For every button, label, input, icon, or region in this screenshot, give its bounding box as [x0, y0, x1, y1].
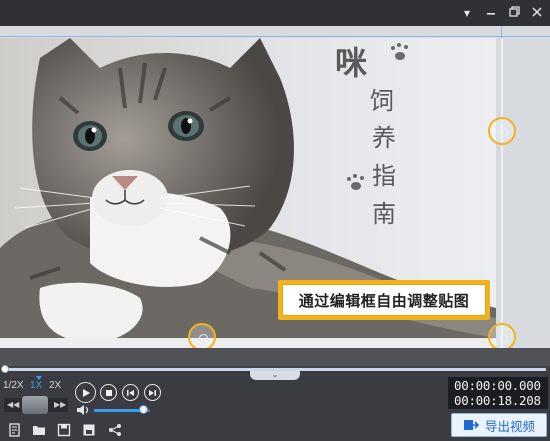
current-time: 00:00:00.000: [454, 378, 541, 393]
resize-handle-right[interactable]: [488, 117, 516, 145]
time-display: 00:00:00.000 00:00:18.208: [448, 377, 548, 409]
vertical-title-sticker[interactable]: 咪 饲 养 指 南: [330, 34, 420, 234]
progress-knob[interactable]: [1, 365, 9, 373]
chevron-down-icon: ⌄: [271, 370, 279, 379]
restore-icon[interactable]: [504, 3, 524, 23]
open-folder-icon[interactable]: [32, 423, 46, 437]
horizontal-guide-line: [0, 36, 550, 37]
title-char-3: 养: [372, 124, 396, 152]
caption-text: 通过编辑框自由调整贴图: [298, 291, 470, 310]
save-as-icon[interactable]: [82, 423, 96, 437]
jog-slider-knob[interactable]: [22, 396, 48, 414]
volume-level: [94, 409, 145, 412]
close-icon[interactable]: [527, 3, 547, 23]
stop-icon: [105, 389, 112, 396]
title-bar: ▾: [0, 0, 550, 26]
previous-frame-button[interactable]: [122, 384, 139, 401]
previous-frame-icon: [127, 389, 134, 396]
title-char-5: 南: [372, 200, 396, 228]
minimize-icon[interactable]: [481, 3, 501, 23]
speed-half[interactable]: 1/2X: [3, 380, 24, 391]
next-frame-button[interactable]: [144, 384, 161, 401]
speed-2x[interactable]: 2X: [49, 380, 61, 391]
new-project-icon[interactable]: [8, 423, 22, 437]
video-preview[interactable]: 咪 饲 养 指 南 通过编辑框自由调整贴图: [0, 26, 550, 348]
speed-1x[interactable]: 1X: [30, 380, 42, 391]
save-icon[interactable]: [57, 423, 71, 437]
next-frame-icon: [149, 389, 156, 396]
video-editor-window: ▾ 咪 饲 养 指 南 通过编辑框自由调整贴图 ⌄ 1/2X 1X 2X ◀◀ …: [0, 0, 550, 441]
total-time: 00:00:18.208: [454, 393, 541, 408]
resize-handle-bottom-right[interactable]: [488, 323, 516, 348]
stop-button[interactable]: [100, 384, 117, 401]
export-icon: [463, 420, 479, 430]
fast-forward-icon[interactable]: ▶▶: [54, 400, 66, 409]
title-char-4: 指: [372, 162, 396, 190]
timeline-strip: [0, 348, 550, 366]
caption-sticker[interactable]: 通过编辑框自由调整贴图: [278, 280, 490, 320]
share-icon[interactable]: [108, 423, 122, 437]
collapse-toggle[interactable]: ⌄: [250, 371, 300, 380]
resize-handle-bottom[interactable]: [188, 323, 216, 348]
play-button[interactable]: [75, 382, 96, 403]
paw-print-icon: [347, 174, 364, 190]
volume-icon[interactable]: [76, 404, 90, 416]
export-label: 导出视频: [484, 418, 535, 434]
play-icon: [82, 388, 90, 397]
paw-print-icon: [391, 43, 408, 60]
title-char-1: 咪: [335, 44, 367, 82]
export-video-button[interactable]: 导出视频: [451, 413, 547, 437]
menu-arrow-icon[interactable]: ▾: [457, 3, 477, 23]
rewind-icon[interactable]: ◀◀: [7, 400, 19, 409]
title-char-2: 饲: [370, 87, 394, 115]
